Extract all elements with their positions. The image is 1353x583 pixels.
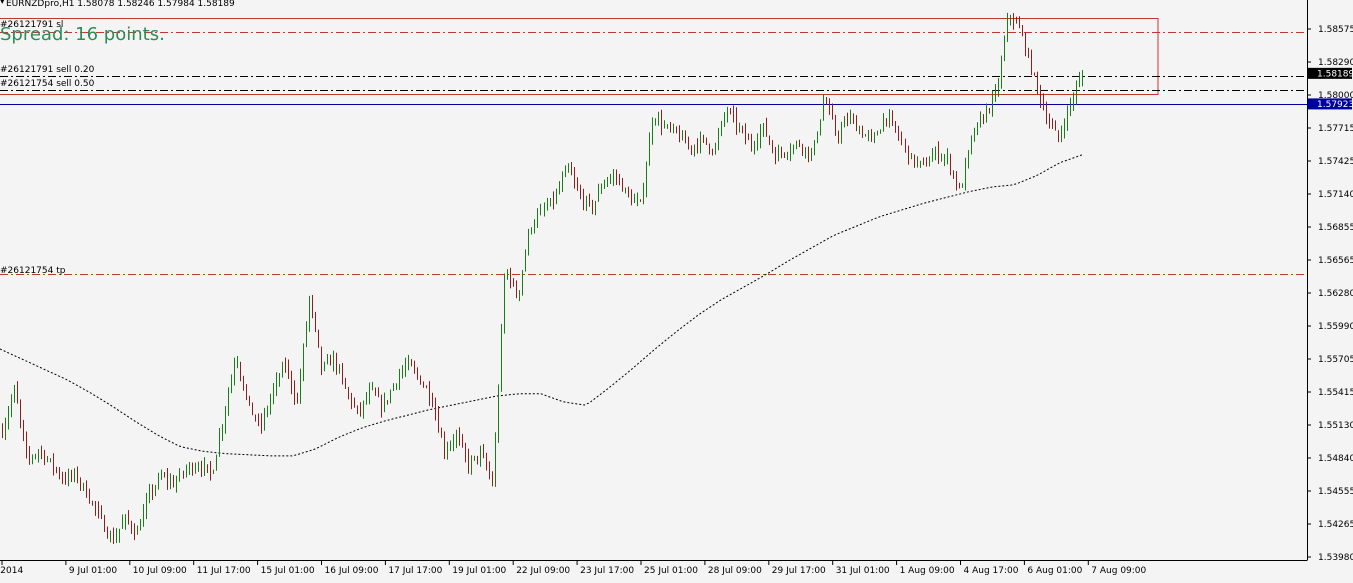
price-tick-label: 1.56565 [1318, 256, 1353, 266]
time-tick-label: 23 Jul 17:00 [580, 566, 634, 576]
sell1-label: #26121791 sell 0.20 [0, 65, 95, 75]
time-tick-label: 16 Jul 09:00 [325, 566, 379, 576]
price-tick-label: 1.55415 [1318, 388, 1353, 398]
blue-line-price-value: 1.57923 [1317, 100, 1353, 110]
price-tick-label: 1.55705 [1318, 355, 1353, 365]
time-tick-label: 6 Aug 01:00 [1027, 566, 1082, 576]
time-tick-label: 31 Jul 01:00 [836, 566, 890, 576]
sell2-label: #26121754 sell 0.50 [0, 79, 95, 89]
symbol-info: EURNZDpro,H1 1.58078 1.58246 1.57984 1.5… [6, 0, 235, 9]
chart-background [0, 0, 1353, 579]
time-tick-label: 10 Jul 09:00 [133, 566, 187, 576]
tp-label: #26121754 tp [0, 266, 66, 276]
price-tick-label: 1.55130 [1318, 421, 1353, 431]
time-tick-label: 17 Jul 17:00 [388, 566, 442, 576]
price-tick-label: 1.56855 [1318, 223, 1353, 233]
time-tick-label: 9 Jul 01:00 [69, 566, 118, 576]
price-tick-label: 1.57425 [1318, 157, 1353, 167]
price-tick-label: 1.54555 [1318, 487, 1353, 497]
price-chart[interactable]: EURNZDpro,H1 1.58078 1.58246 1.57984 1.5… [0, 0, 1353, 579]
price-tick-label: 1.57715 [1318, 124, 1353, 134]
time-tick-label: 28 Jul 09:00 [708, 566, 762, 576]
current-price-value: 1.58189 [1317, 69, 1353, 79]
time-tick-label: 11 Jul 17:00 [197, 566, 251, 576]
time-tick-label: 8 Jul 2014 [0, 566, 23, 576]
price-tick-label: 1.58290 [1318, 58, 1353, 68]
price-tick-label: 1.54840 [1318, 454, 1353, 464]
chart-window[interactable]: EURNZDpro,H1 1.58078 1.58246 1.57984 1.5… [0, 0, 1353, 579]
price-tick-label: 1.57140 [1318, 190, 1353, 200]
time-tick-label: 4 Aug 17:00 [964, 566, 1019, 576]
sl-label: #26121791 sl [0, 20, 63, 30]
price-tick-label: 1.56280 [1318, 289, 1353, 299]
time-tick-label: 15 Jul 01:00 [261, 566, 315, 576]
time-tick-label: 19 Jul 01:00 [452, 566, 506, 576]
price-tick-label: 1.55990 [1318, 322, 1353, 332]
time-tick-label: 22 Jul 09:00 [516, 566, 570, 576]
time-tick-label: 1 Aug 09:00 [900, 566, 955, 576]
time-tick-label: 25 Jul 01:00 [644, 566, 698, 576]
price-tick-label: 1.58575 [1318, 25, 1353, 35]
time-tick-label: 29 Jul 17:00 [772, 566, 826, 576]
price-tick-label: 1.53980 [1318, 553, 1353, 563]
price-tick-label: 1.54265 [1318, 520, 1353, 530]
time-tick-label: 7 Aug 09:00 [1091, 566, 1146, 576]
window-marker-icon: ▾ [0, 0, 5, 7]
